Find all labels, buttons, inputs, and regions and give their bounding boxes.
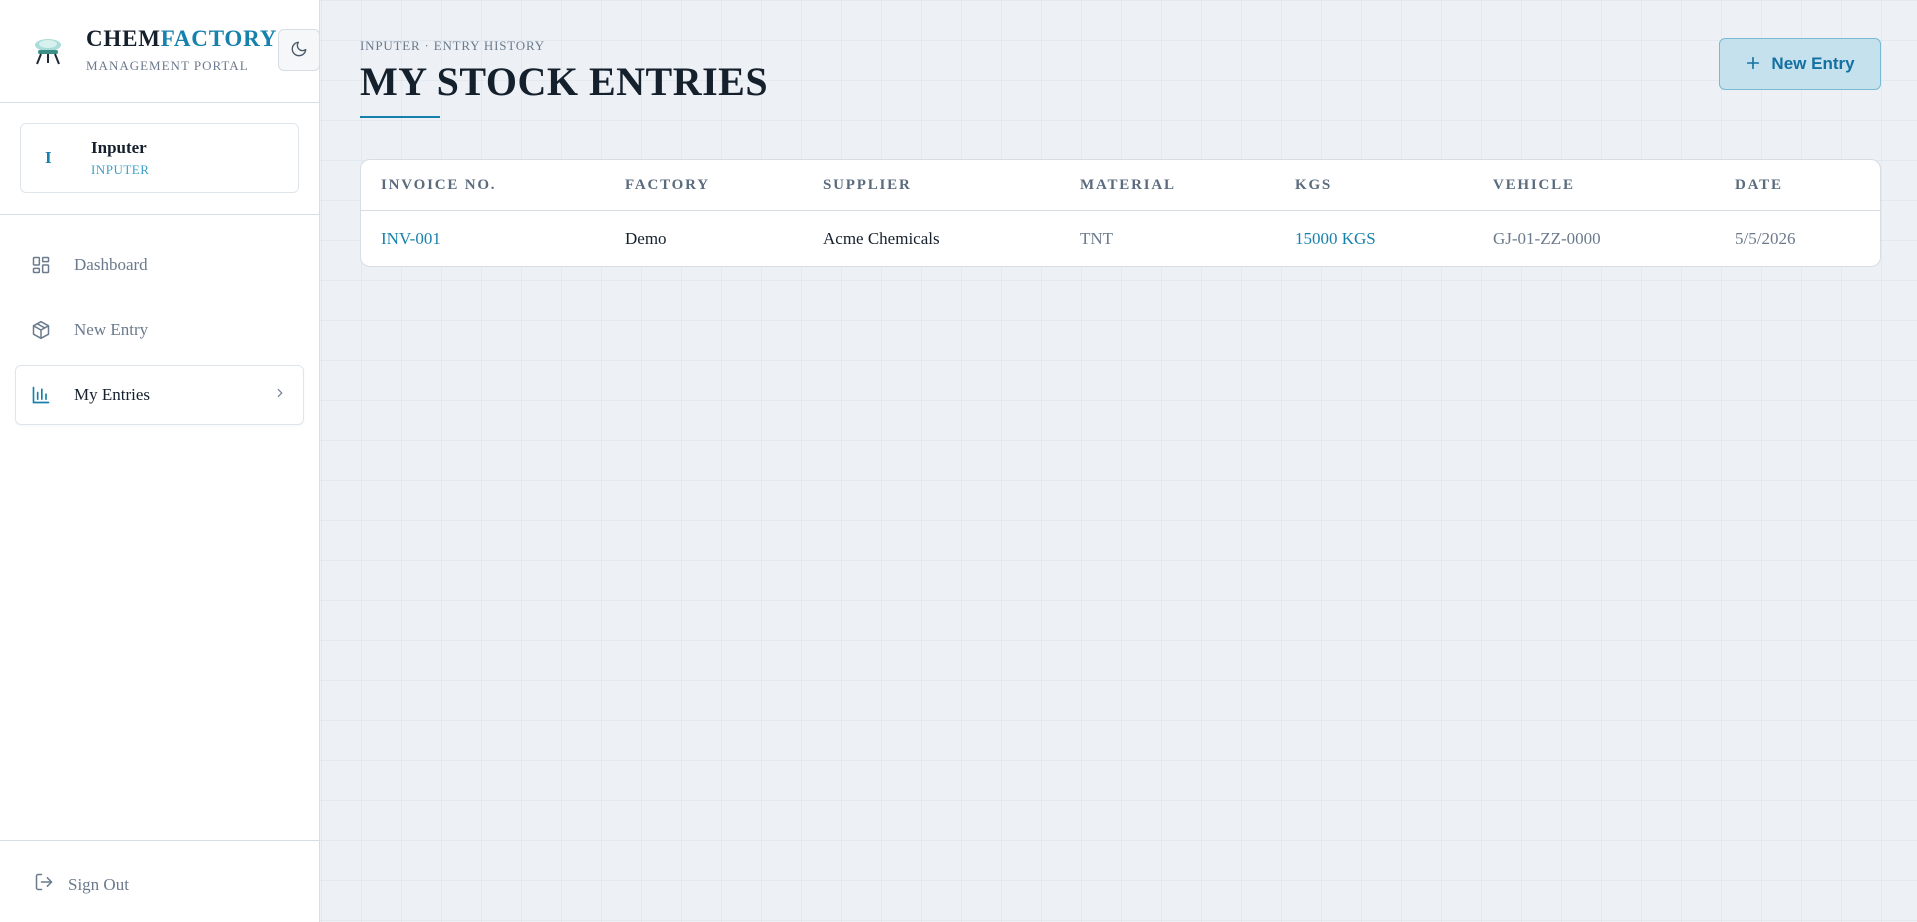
- cell-vehicle: GJ-01-ZZ-0000: [1493, 229, 1601, 248]
- new-entry-button[interactable]: New Entry: [1719, 38, 1881, 90]
- sign-out-icon: [34, 872, 54, 897]
- box-icon: [30, 319, 52, 341]
- plus-icon: [1745, 55, 1761, 74]
- breadcrumb: INPUTER · ENTRY HISTORY: [360, 38, 545, 53]
- theme-toggle-button[interactable]: [278, 29, 320, 71]
- cell-kgs: 15000 KGS: [1295, 229, 1376, 248]
- sidebar-item-my-entries[interactable]: My Entries: [15, 365, 304, 425]
- user-card: I Inputer INPUTER: [20, 123, 299, 193]
- main-content: INPUTER · ENTRY HISTORY MY STOCK ENTRIES…: [321, 0, 1917, 922]
- sidebar: CHEMFACTORY MANAGEMENT PORTAL I Inputer …: [0, 0, 320, 922]
- cell-invoice[interactable]: INV-001: [381, 229, 441, 249]
- sidebar-item-label: Dashboard: [74, 255, 148, 274]
- brand-header: CHEMFACTORY MANAGEMENT PORTAL: [0, 0, 320, 103]
- new-entry-label: New Entry: [1771, 54, 1855, 73]
- table-row[interactable]: INV-001 Demo Acme Chemicals TNT 15000 KG…: [361, 212, 1880, 266]
- chevron-right-icon: [273, 386, 287, 405]
- avatar: I: [45, 148, 52, 167]
- column-header-factory: FACTORY: [625, 177, 710, 193]
- brand-subtitle: MANAGEMENT PORTAL: [86, 58, 249, 73]
- sign-out-label: Sign Out: [68, 874, 129, 894]
- title-underline: [360, 116, 440, 118]
- cell-material: TNT: [1080, 229, 1114, 248]
- user-role: INPUTER: [91, 162, 150, 177]
- page-title: MY STOCK ENTRIES: [360, 59, 769, 104]
- column-header-supplier: SUPPLIER: [823, 177, 912, 193]
- moon-icon: [290, 40, 308, 61]
- column-header-material: MATERIAL: [1080, 177, 1176, 193]
- cell-date: 5/5/2026: [1735, 229, 1796, 248]
- cell-supplier: Acme Chemicals: [823, 229, 940, 248]
- brand-name: CHEMFACTORY: [86, 26, 277, 52]
- sidebar-item-label: New Entry: [74, 320, 149, 339]
- sidebar-divider-bottom: [0, 840, 320, 841]
- bar-chart-icon: [30, 384, 52, 406]
- sidebar-divider: [0, 214, 320, 215]
- column-header-kgs: KGS: [1295, 177, 1333, 193]
- sign-out-button[interactable]: Sign Out: [34, 872, 129, 897]
- column-header-invoice: INVOICE NO.: [381, 177, 497, 193]
- grid-icon: [30, 254, 52, 276]
- brand-name-part1: CHEM: [86, 26, 161, 51]
- sidebar-item-new-entry[interactable]: New Entry: [15, 300, 304, 360]
- flask-logo-icon: [31, 34, 65, 68]
- entries-table: INVOICE NO. FACTORY SUPPLIER MATERIAL KG…: [360, 159, 1881, 267]
- user-name: Inputer: [91, 138, 147, 157]
- column-header-vehicle: VEHICLE: [1493, 177, 1575, 193]
- sidebar-item-label: My Entries: [74, 385, 151, 404]
- brand-name-part2: FACTORY: [160, 26, 278, 51]
- sidebar-item-dashboard[interactable]: Dashboard: [15, 235, 304, 295]
- column-header-date: DATE: [1735, 177, 1783, 193]
- cell-factory: Demo: [625, 229, 667, 248]
- table-header: INVOICE NO. FACTORY SUPPLIER MATERIAL KG…: [361, 160, 1880, 211]
